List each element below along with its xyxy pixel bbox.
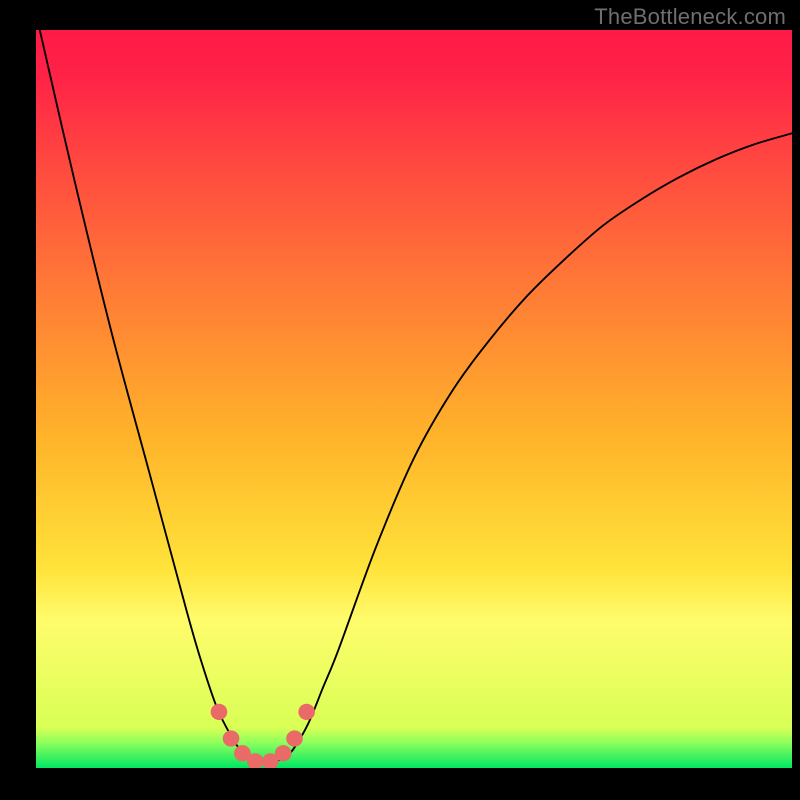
- trough-marker: [298, 704, 315, 720]
- trough-marker: [211, 704, 228, 720]
- chart-container: TheBottleneck.com: [0, 0, 800, 800]
- trough-marker: [275, 745, 292, 761]
- trough-marker: [223, 730, 240, 746]
- watermark-text: TheBottleneck.com: [594, 4, 786, 30]
- bottleneck-curve: [40, 30, 792, 763]
- plot-area: [36, 30, 792, 768]
- trough-marker: [286, 730, 303, 746]
- trough-markers: [211, 704, 315, 768]
- curve-layer: [36, 30, 792, 768]
